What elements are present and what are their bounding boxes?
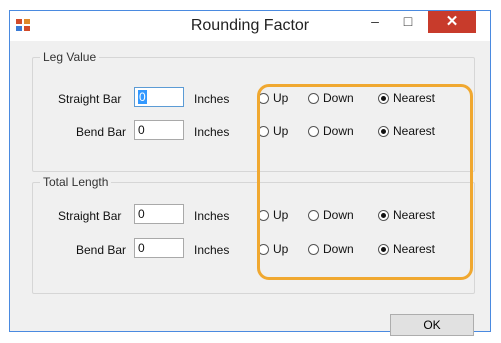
leg-bend-bar-unit: Inches	[194, 125, 230, 139]
highlight-annotation	[257, 84, 473, 280]
title-bar: Rounding Factor – □ ✕	[10, 11, 490, 41]
leg-value-title: Leg Value	[40, 50, 100, 64]
total-straight-bar-unit: Inches	[194, 209, 230, 223]
rounding-factor-dialog: Rounding Factor – □ ✕ Leg Value Straight…	[9, 10, 491, 336]
total-bend-bar-input[interactable]: 0	[134, 238, 184, 258]
total-bend-bar-label: Bend Bar	[76, 243, 127, 257]
total-straight-bar-input[interactable]: 0	[134, 204, 184, 224]
close-button[interactable]: ✕	[428, 11, 476, 33]
leg-bend-bar-label: Bend Bar	[76, 125, 127, 139]
leg-straight-bar-input[interactable]: 0	[134, 87, 184, 107]
total-length-title: Total Length	[40, 175, 112, 189]
total-bend-bar-unit: Inches	[194, 243, 230, 257]
ok-button[interactable]: OK	[390, 314, 474, 336]
total-straight-bar-label: Straight Bar	[58, 209, 122, 223]
minimize-button[interactable]: –	[360, 11, 390, 33]
leg-bend-bar-input[interactable]: 0	[134, 120, 184, 140]
leg-straight-bar-label: Straight Bar	[58, 92, 122, 106]
maximize-button[interactable]: □	[393, 11, 423, 33]
leg-straight-bar-unit: Inches	[194, 92, 230, 106]
